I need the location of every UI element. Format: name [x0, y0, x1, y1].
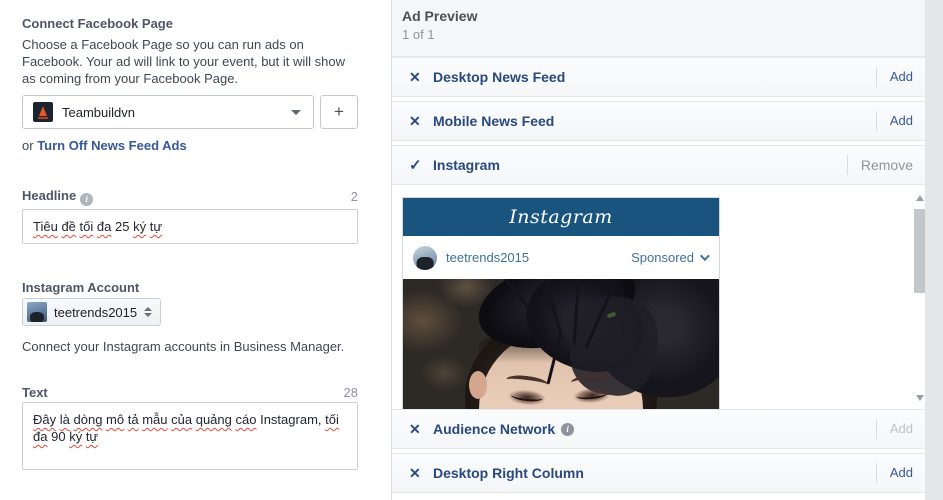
placement-name: Desktop Right Column	[433, 465, 584, 481]
add-page-button[interactable]: +	[320, 95, 358, 129]
page-background-strip	[925, 0, 943, 500]
x-icon	[409, 421, 427, 438]
page-avatar	[33, 102, 53, 122]
selected-instagram-account: teetrends2015	[54, 304, 138, 320]
creative-form-panel: Connect Facebook Page Choose a Facebook …	[0, 0, 391, 500]
chevron-down-icon	[291, 109, 301, 115]
selected-page-name: Teambuildvn	[62, 104, 135, 120]
x-icon	[409, 69, 427, 86]
instagram-ad-card: Instagram teetrends2015 Sponsored	[402, 197, 720, 409]
remove-instagram-button[interactable]: Remove	[846, 155, 913, 175]
headline-char-count: 2	[350, 189, 358, 204]
connect-page-title: Connect Facebook Page	[22, 16, 173, 31]
headline-label: Headline	[22, 188, 77, 203]
ad-image	[403, 279, 719, 409]
text-label-row: Text 28	[22, 385, 358, 400]
sponsored-dropdown[interactable]: Sponsored	[631, 250, 710, 265]
instagram-account-select[interactable]: teetrends2015	[22, 298, 162, 326]
instagram-profile-row: teetrends2015 Sponsored	[403, 236, 719, 279]
scrollbar-thumb[interactable]	[914, 209, 925, 293]
preview-scrollbar[interactable]	[914, 193, 925, 403]
instagram-logo: Instagram	[509, 206, 613, 228]
text-textarea[interactable]: Đây là dòng mô tả mẫu của quảng cáo Inst…	[22, 402, 358, 470]
headline-label-row: Headline i 2	[22, 187, 358, 206]
instagram-header-bar: Instagram	[403, 198, 719, 236]
text-label: Text	[22, 385, 48, 400]
ad-preview-pagination: 1 of 1	[402, 27, 435, 42]
placement-name: Audience Network	[433, 421, 556, 437]
instagram-username-link[interactable]: teetrends2015	[446, 250, 529, 265]
instagram-account-avatar	[27, 302, 47, 322]
audience-network-info-icon[interactable]: i	[561, 422, 575, 436]
ads-manager-creative-screen: Connect Facebook Page Choose a Facebook …	[0, 0, 943, 500]
turn-off-news-feed-ads-link[interactable]: Turn Off News Feed Ads	[37, 138, 187, 153]
placement-row-audience-network: Audience Network i Add	[392, 409, 925, 449]
select-updown-icon	[144, 307, 153, 317]
ad-preview-title: Ad Preview	[402, 8, 478, 24]
instagram-account-label: Instagram Account	[22, 280, 140, 295]
placement-row-desktop-right-column: Desktop Right Column Add	[392, 453, 925, 493]
placement-row-mobile-news-feed: Mobile News Feed Add	[392, 101, 925, 141]
ad-preview-panel: Ad Preview 1 of 1 Desktop News Feed Add …	[391, 0, 925, 500]
add-desktop-news-feed-button[interactable]: Add	[875, 67, 913, 87]
headline-info-icon[interactable]: i	[80, 193, 94, 206]
placement-name: Desktop News Feed	[433, 69, 566, 85]
placement-row-instagram: Instagram Remove	[392, 145, 925, 185]
scroll-down-icon[interactable]	[916, 395, 924, 401]
placement-name: Instagram	[433, 157, 500, 173]
connect-page-description: Choose a Facebook Page so you can run ad…	[22, 37, 346, 86]
page-selector-row: Teambuildvn +	[22, 95, 369, 129]
x-icon	[409, 113, 427, 130]
facebook-page-select[interactable]: Teambuildvn	[22, 95, 314, 129]
instagram-preview-area: Instagram teetrends2015 Sponsored	[392, 185, 925, 409]
add-desktop-right-column-button[interactable]: Add	[875, 463, 913, 483]
x-icon	[409, 465, 427, 482]
add-mobile-news-feed-button[interactable]: Add	[875, 111, 913, 131]
turn-off-line: or Turn Off News Feed Ads	[22, 138, 369, 153]
sponsored-label: Sponsored	[631, 250, 694, 265]
headline-input[interactable]: Tiêu đề tối đa 25 ký tự	[22, 209, 358, 244]
text-char-count: 28	[343, 385, 358, 400]
instagram-help-text: Connect your Instagram accounts in Busin…	[22, 339, 345, 354]
or-text: or	[22, 138, 34, 153]
placement-row-desktop-news-feed: Desktop News Feed Add	[392, 57, 925, 97]
ad-preview-header: Ad Preview 1 of 1	[392, 0, 925, 57]
check-icon	[409, 156, 427, 174]
scroll-up-icon[interactable]	[916, 195, 924, 201]
add-audience-network-button: Add	[875, 419, 913, 439]
instagram-profile-avatar	[413, 245, 437, 270]
chevron-down-icon	[699, 251, 710, 262]
placement-name: Mobile News Feed	[433, 113, 555, 129]
